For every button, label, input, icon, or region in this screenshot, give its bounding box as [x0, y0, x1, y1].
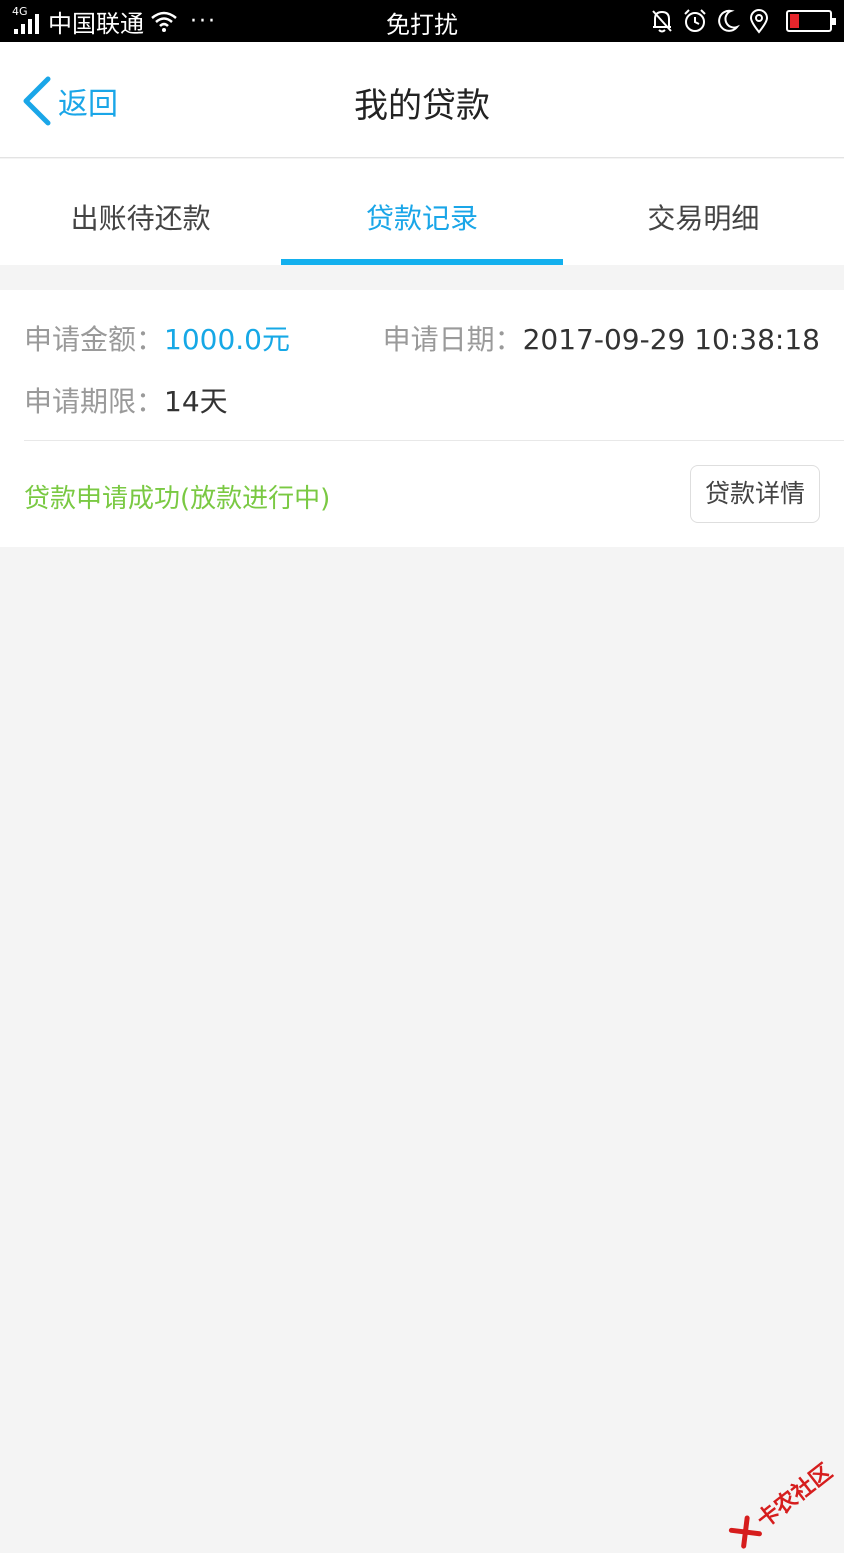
- alarm-icon: [682, 8, 708, 34]
- loan-amount: 申请金额：1000.0元: [24, 318, 290, 358]
- tab-loan-records[interactable]: 贷款记录: [281, 159, 562, 265]
- battery-icon: [786, 10, 832, 32]
- amount-value: 1000.0元: [164, 323, 290, 356]
- date-label: 申请日期：: [383, 323, 523, 356]
- tab-label: 贷款记录: [366, 202, 478, 235]
- loan-info-row: 申请金额：1000.0元 申请日期：2017-09-29 10:38:18: [24, 318, 820, 358]
- loan-status-text: 贷款申请成功(放款进行中): [24, 478, 330, 515]
- page-title: 我的贷款: [0, 78, 844, 127]
- amount-label: 申请金额：: [24, 323, 164, 356]
- term-value: 14天: [164, 385, 228, 418]
- moon-icon: [716, 8, 740, 34]
- loan-detail-button[interactable]: 贷款详情: [690, 465, 820, 523]
- watermark: 卡农社区: [725, 1455, 838, 1553]
- watermark-text: 卡农社区: [749, 1455, 838, 1534]
- tab-bar: 出账待还款 贷款记录 交易明细: [0, 159, 844, 265]
- nav-bar: 返回 我的贷款: [0, 42, 844, 158]
- loan-term: 申请期限：14天: [24, 380, 228, 420]
- tab-transaction-details[interactable]: 交易明细: [563, 159, 844, 265]
- tab-underline: [281, 259, 562, 265]
- divider: [24, 440, 844, 441]
- date-value: 2017-09-29 10:38:18: [523, 323, 820, 356]
- term-label: 申请期限：: [24, 385, 164, 418]
- status-bar: 4G 中国联通 ··· 免打扰: [0, 0, 844, 42]
- bell-off-icon: [650, 8, 674, 34]
- tab-label: 交易明细: [647, 202, 759, 235]
- loan-record-card: 申请金额：1000.0元 申请日期：2017-09-29 10:38:18 申请…: [0, 290, 844, 547]
- tab-pending-repayment[interactable]: 出账待还款: [0, 159, 281, 265]
- location-icon: [748, 8, 770, 34]
- status-bar-right: [650, 8, 832, 34]
- tab-label: 出账待还款: [71, 202, 211, 235]
- loan-date: 申请日期：2017-09-29 10:38:18: [383, 318, 820, 358]
